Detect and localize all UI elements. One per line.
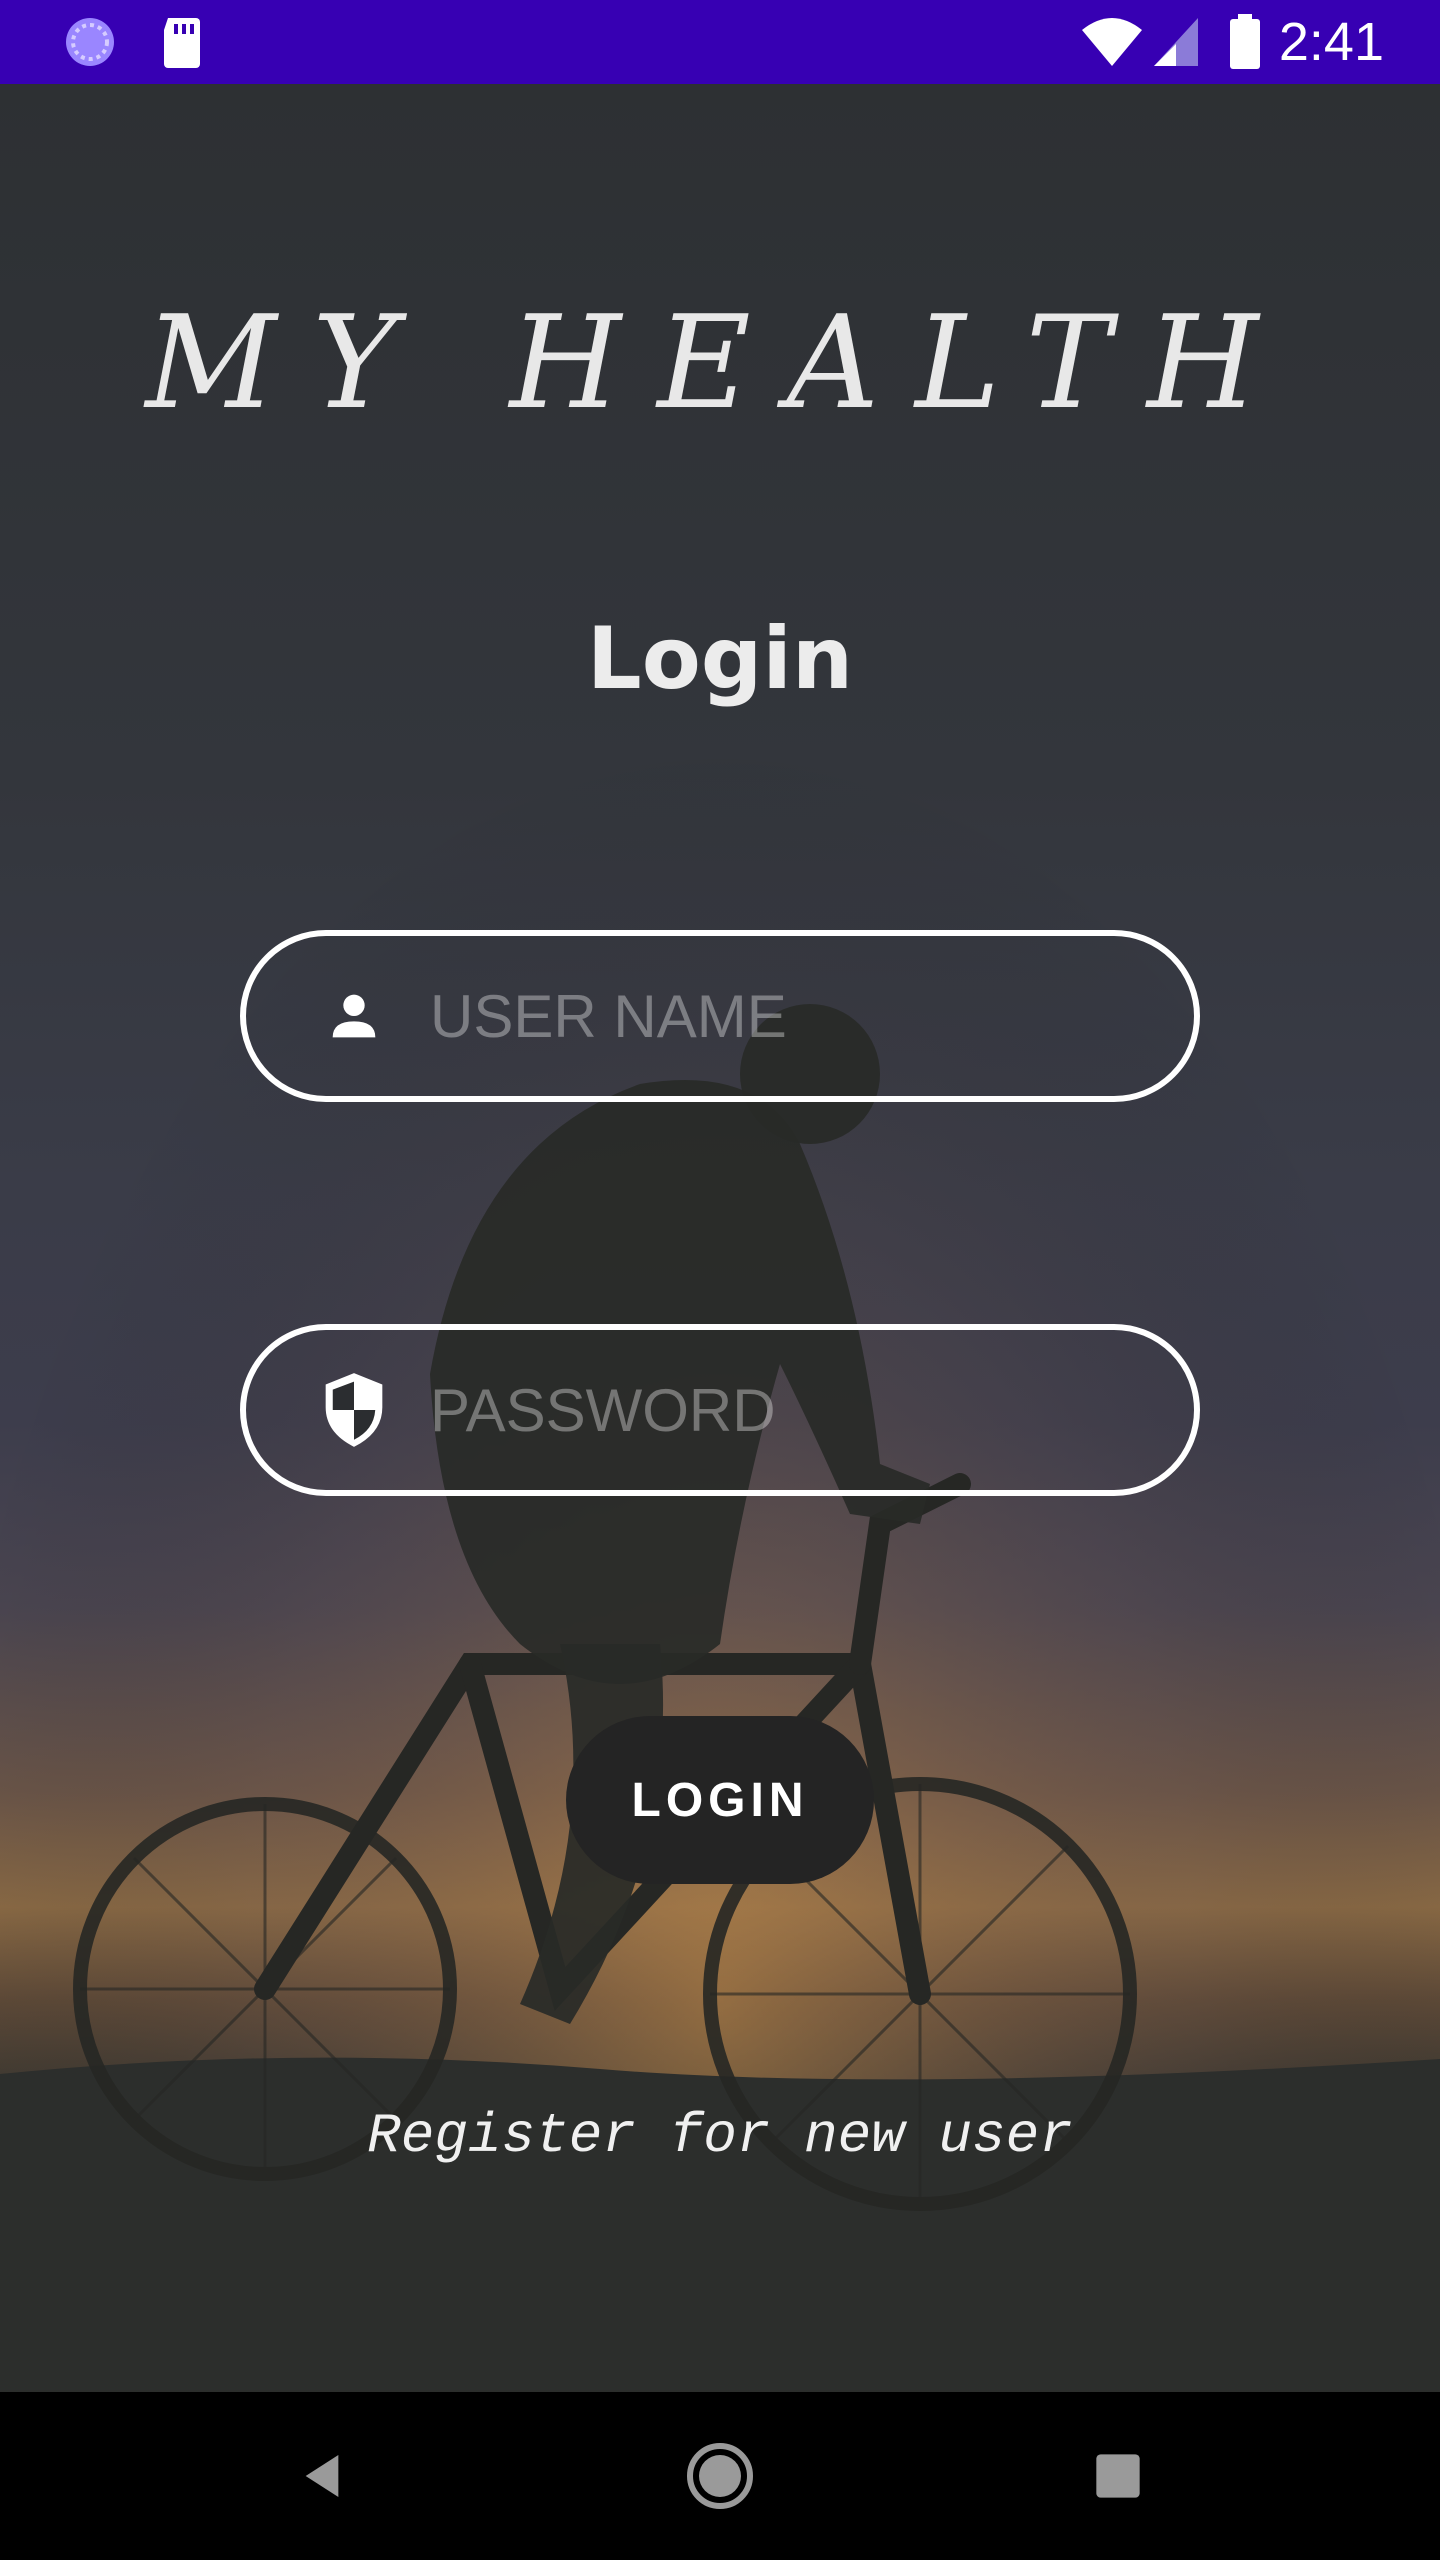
register-link[interactable]: Register for new user bbox=[0, 2096, 1440, 2176]
back-icon[interactable] bbox=[282, 2436, 362, 2516]
username-field[interactable] bbox=[240, 930, 1200, 1102]
person-icon bbox=[318, 974, 390, 1058]
navigation-bar bbox=[0, 2392, 1440, 2560]
wifi-icon bbox=[1082, 18, 1142, 66]
recents-icon[interactable] bbox=[1078, 2436, 1158, 2516]
battery-icon bbox=[1230, 14, 1260, 69]
signal-icon bbox=[1154, 18, 1198, 66]
sync-icon bbox=[66, 18, 114, 66]
login-button[interactable]: LOGIN bbox=[566, 1716, 874, 1884]
clock: 2:41 bbox=[1278, 12, 1384, 72]
password-input[interactable] bbox=[430, 1330, 1154, 1490]
status-bar: 2:41 bbox=[0, 0, 1440, 84]
password-field[interactable] bbox=[240, 1324, 1200, 1496]
home-icon[interactable] bbox=[680, 2436, 760, 2516]
sd-card-icon bbox=[164, 18, 200, 68]
app-title: MY HEALTH bbox=[145, 289, 1295, 438]
username-input[interactable] bbox=[430, 936, 1154, 1096]
page-title: Login bbox=[586, 609, 854, 709]
login-screen: MY HEALTH Login LOGIN Register for new u… bbox=[0, 84, 1440, 2392]
shield-icon bbox=[318, 1368, 390, 1452]
